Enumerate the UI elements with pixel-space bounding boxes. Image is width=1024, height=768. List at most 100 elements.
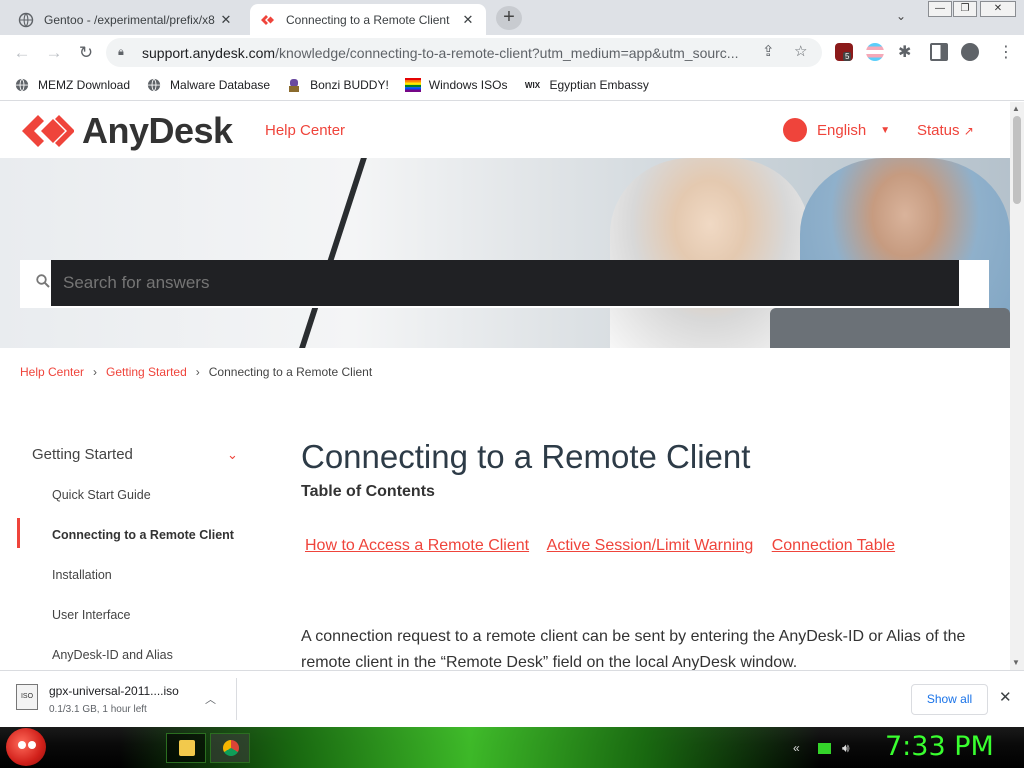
show-all-button[interactable]: Show all [911, 684, 988, 715]
side-panel-icon[interactable] [930, 43, 948, 61]
status-label: Status [917, 122, 960, 139]
tab-strip: Gentoo - /experimental/prefix/x8 ✕ Conne… [0, 0, 1024, 35]
tab-title: Gentoo - /experimental/prefix/x8 [44, 12, 215, 27]
anydesk-logo[interactable]: AnyDesk [22, 110, 233, 152]
breadcrumb-current: Connecting to a Remote Client [208, 365, 373, 379]
sidebar-item-anydesk-id[interactable]: AnyDesk-ID and Alias [52, 648, 173, 662]
extension-badge: 5 [843, 52, 852, 61]
ublock-extension-icon[interactable]: 5 [835, 43, 853, 61]
hero-laptop-edge [299, 158, 367, 348]
scrollbar-thumb[interactable] [1013, 116, 1021, 204]
sidebar-item-installation[interactable]: Installation [52, 568, 112, 582]
back-button[interactable]: ← [12, 43, 32, 63]
close-shelf-icon[interactable]: ✕ [999, 688, 1012, 706]
bookmark-malware-database[interactable]: Malware Database [146, 77, 270, 93]
globe-icon [14, 77, 30, 93]
toc-link-connection-table[interactable]: Connection Table [772, 537, 895, 554]
bookmark-bonzi-buddy[interactable]: Bonzi BUDDY! [286, 77, 389, 93]
page-scrollbar[interactable]: ▲ ▼ [1010, 102, 1024, 670]
share-icon[interactable]: ⇪ [762, 42, 775, 60]
breadcrumb: Help Center › Getting Started › Connecti… [20, 365, 372, 379]
chevron-right-icon: › [195, 365, 200, 379]
breadcrumb-getting-started[interactable]: Getting Started [106, 365, 187, 379]
address-bar[interactable]: 🔒︎ support.anydesk.com/knowledge/connect… [106, 38, 822, 67]
sidebar-heading[interactable]: Getting Started [32, 446, 133, 463]
active-indicator [17, 518, 20, 548]
download-shelf: ISO gpx-universal-2011....iso 0.1/3.1 GB… [0, 670, 1024, 727]
language-selector[interactable]: English ▼ [783, 118, 890, 142]
tab-anydesk[interactable]: Connecting to a Remote Client ✕ [250, 4, 486, 35]
bookmark-star-icon[interactable]: ☆ [794, 42, 807, 60]
sidebar-item-quick-start[interactable]: Quick Start Guide [52, 488, 151, 502]
taskbar: « 🔊︎ 7:33 PM [0, 727, 1024, 768]
tab-title: Connecting to a Remote Client [286, 12, 450, 27]
chevron-up-icon[interactable]: ︿ [205, 691, 216, 707]
scroll-up-icon[interactable]: ▲ [1012, 104, 1020, 113]
bird-eye [28, 741, 36, 749]
wix-icon: WIX [524, 80, 541, 90]
maximize-button[interactable]: ❐ [953, 1, 977, 17]
bookmark-egyptian-embassy[interactable]: WIX Egyptian Embassy [523, 77, 649, 93]
tab-gentoo[interactable]: Gentoo - /experimental/prefix/x8 ✕ [8, 4, 244, 35]
folder-icon [179, 740, 195, 756]
sidebar-item-connecting[interactable]: Connecting to a Remote Client [52, 528, 234, 542]
taskbar-clock[interactable]: 7:33 PM [885, 731, 994, 762]
anydesk-logo-icon [22, 115, 74, 147]
iso-file-icon: ISO [16, 684, 38, 710]
chevron-down-icon[interactable]: ⌄ [227, 447, 238, 463]
search-input[interactable] [51, 260, 959, 306]
hero-banner [0, 158, 1010, 348]
forward-button[interactable]: → [44, 43, 64, 63]
bookmark-label: Windows ISOs [428, 78, 508, 92]
pride-extension-icon[interactable] [866, 43, 884, 61]
status-link[interactable]: Status ↗ [917, 122, 974, 139]
close-window-button[interactable]: ✕ [980, 1, 1016, 17]
chrome-icon [223, 740, 239, 756]
minimize-button[interactable]: — [928, 1, 952, 17]
start-button-angry-bird-icon[interactable] [6, 728, 46, 766]
bookmark-label: Bonzi BUDDY! [310, 78, 389, 92]
article-paragraph: A connection request to a remote client … [301, 628, 966, 670]
reload-button[interactable]: ↻ [76, 43, 96, 63]
scroll-down-icon[interactable]: ▼ [1012, 658, 1020, 667]
anydesk-favicon-icon [260, 12, 276, 28]
logo-text: AnyDesk [82, 110, 233, 151]
volume-icon[interactable]: 🔊︎ [842, 741, 850, 756]
show-hidden-icons-icon[interactable]: « [793, 741, 800, 755]
close-tab-icon[interactable]: ✕ [218, 12, 234, 28]
divider [236, 678, 237, 720]
language-label: English [817, 121, 867, 139]
globe-icon [783, 118, 807, 142]
new-tab-button[interactable]: + [496, 6, 522, 30]
taskbar-file-explorer[interactable] [166, 733, 206, 763]
tab-search-icon[interactable]: ⌄ [896, 9, 906, 23]
page-title: Connecting to a Remote Client [301, 438, 751, 475]
breadcrumb-help-center[interactable]: Help Center [20, 365, 84, 379]
puzzle-extensions-icon[interactable]: ✱ [898, 42, 911, 62]
menu-kebab-icon[interactable]: ⋮ [998, 42, 1014, 62]
bookmark-label: Egyptian Embassy [549, 78, 649, 92]
web-page: AnyDesk Help Center English ▼ Status ↗ H… [0, 102, 1010, 670]
profile-avatar-icon[interactable] [961, 43, 979, 61]
network-icon[interactable] [818, 743, 831, 754]
external-link-icon: ↗ [963, 124, 974, 138]
bookmark-label: Malware Database [170, 78, 271, 92]
toc-link-session-warning[interactable]: Active Session/Limit Warning [547, 537, 754, 554]
article: Connecting to a Remote Client Table of C… [301, 438, 1001, 670]
caret-down-icon: ▼ [880, 124, 891, 136]
windows-flag-icon [404, 77, 421, 93]
url-text[interactable]: support.anydesk.com/knowledge/connecting… [142, 45, 822, 61]
download-file-name[interactable]: gpx-universal-2011....iso [49, 684, 179, 698]
toc-link-access[interactable]: How to Access a Remote Client [305, 537, 529, 554]
site-header: AnyDesk Help Center English ▼ Status ↗ [0, 102, 1010, 158]
table-of-contents: How to Access a Remote Client Active Ses… [305, 537, 909, 555]
hero-laptop [770, 308, 1010, 348]
bookmark-memz[interactable]: MEMZ Download [14, 77, 130, 93]
close-tab-icon[interactable]: ✕ [460, 12, 476, 28]
lock-icon[interactable]: 🔒︎ [118, 46, 132, 59]
bookmark-windows-isos[interactable]: Windows ISOs [404, 77, 508, 93]
taskbar-chrome[interactable] [210, 733, 250, 763]
browser-toolbar: ← → ↻ 🔒︎ support.anydesk.com/knowledge/c… [0, 35, 1024, 70]
sidebar-item-user-interface[interactable]: User Interface [52, 608, 131, 622]
help-center-link[interactable]: Help Center [265, 122, 345, 139]
